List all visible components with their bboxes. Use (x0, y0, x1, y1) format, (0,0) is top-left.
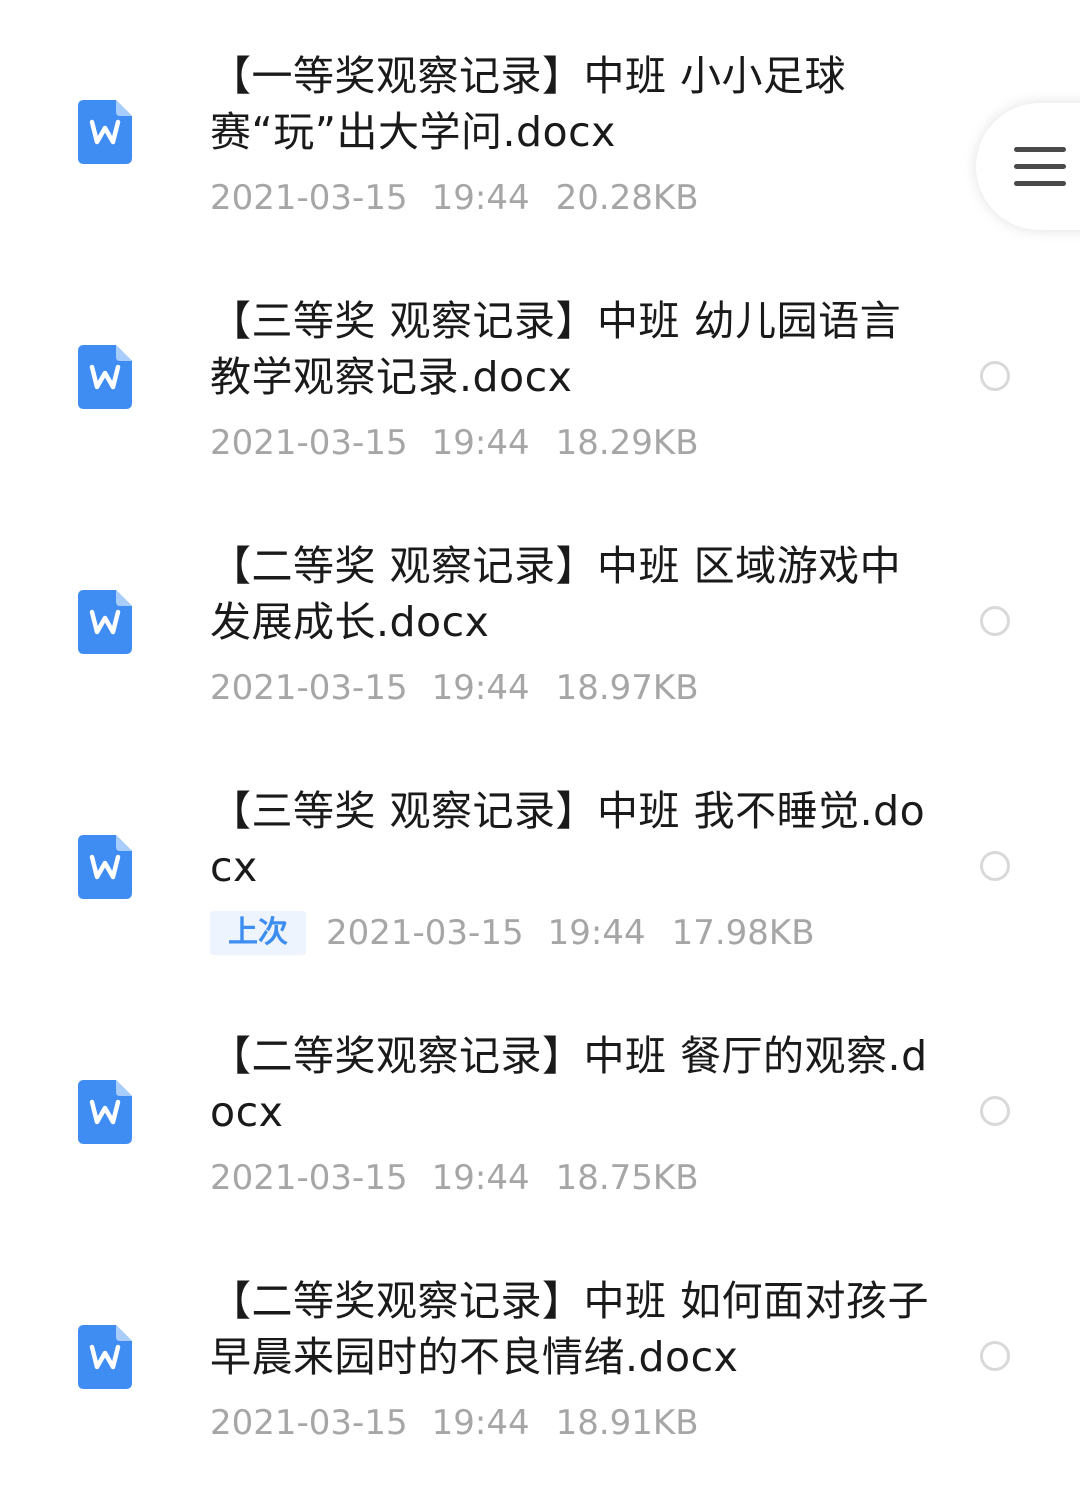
file-date: 2021-03-15 (326, 913, 524, 953)
file-date: 2021-03-15 (210, 1158, 408, 1198)
file-meta: 上次 2021-03-15 19:44 17.98KB (210, 911, 815, 955)
file-item[interactable]: 【二等奖观察记录】中班 餐厅的观察.docx 2021-03-15 19:44 … (0, 980, 1080, 1225)
file-date: 2021-03-15 (210, 668, 408, 708)
file-meta: 2021-03-15 19:44 18.91KB (210, 1401, 699, 1445)
select-radio[interactable] (980, 1096, 1010, 1126)
file-size: 20.28KB (555, 178, 699, 218)
file-name: 【三等奖 观察记录】中班 幼儿园语言教学观察记录.docx (210, 297, 902, 401)
select-radio[interactable] (980, 361, 1010, 391)
file-name: 【三等奖 观察记录】中班 我不睡觉.docx (210, 787, 926, 891)
file-meta: 2021-03-15 19:44 18.29KB (210, 421, 699, 465)
menu-icon (1014, 147, 1066, 187)
file-size: 18.97KB (555, 668, 699, 708)
select-radio[interactable] (980, 1341, 1010, 1371)
file-name: 【二等奖 观察记录】中班 区域游戏中发展成长.docx (210, 542, 902, 646)
file-time: 19:44 (431, 1158, 530, 1198)
file-size: 18.91KB (555, 1403, 699, 1443)
file-time: 19:44 (431, 178, 530, 218)
file-size: 18.75KB (555, 1158, 699, 1198)
file-size: 18.29KB (555, 423, 699, 463)
word-doc-icon (78, 1325, 132, 1389)
select-radio[interactable] (980, 851, 1010, 881)
file-meta: 2021-03-15 19:44 18.97KB (210, 666, 699, 710)
word-doc-icon (78, 590, 132, 654)
select-radio[interactable] (980, 606, 1010, 636)
file-meta: 2021-03-15 19:44 20.28KB (210, 176, 699, 220)
file-time: 19:44 (547, 913, 646, 953)
file-size: 17.98KB (671, 913, 815, 953)
file-time: 19:44 (431, 668, 530, 708)
file-meta: 2021-03-15 19:44 18.75KB (210, 1156, 699, 1200)
file-item[interactable]: 【二等奖 观察记录】中班 区域游戏中发展成长.docx 2021-03-15 1… (0, 490, 1080, 735)
word-doc-icon (78, 1080, 132, 1144)
file-date: 2021-03-15 (210, 178, 408, 218)
file-name: 【一等奖观察记录】中班 小小足球赛“玩”出大学问.docx (210, 52, 847, 156)
word-doc-icon (78, 100, 132, 164)
file-item[interactable]: 【二等奖观察记录】中班 如何面对孩子早晨来园时的不良情绪.docx 2021-0… (0, 1225, 1080, 1470)
file-time: 19:44 (431, 1403, 530, 1443)
file-name: 【二等奖观察记录】中班 餐厅的观察.docx (210, 1032, 928, 1136)
file-name: 【二等奖观察记录】中班 如何面对孩子早晨来园时的不良情绪.docx (210, 1277, 930, 1381)
file-item[interactable]: 【一等奖观察记录】中班 小小足球赛“玩”出大学问.docx 2021-03-15… (0, 0, 1080, 245)
word-doc-icon (78, 345, 132, 409)
file-date: 2021-03-15 (210, 1403, 408, 1443)
file-time: 19:44 (431, 423, 530, 463)
recent-tag: 上次 (210, 911, 306, 955)
file-date: 2021-03-15 (210, 423, 408, 463)
file-item[interactable]: 【三等奖 观察记录】中班 我不睡觉.docx 上次 2021-03-15 19:… (0, 735, 1080, 980)
file-item[interactable]: 【三等奖 观察记录】中班 幼儿园语言教学观察记录.docx 2021-03-15… (0, 245, 1080, 490)
word-doc-icon (78, 835, 132, 899)
file-list: 【一等奖观察记录】中班 小小足球赛“玩”出大学问.docx 2021-03-15… (0, 0, 1080, 1492)
